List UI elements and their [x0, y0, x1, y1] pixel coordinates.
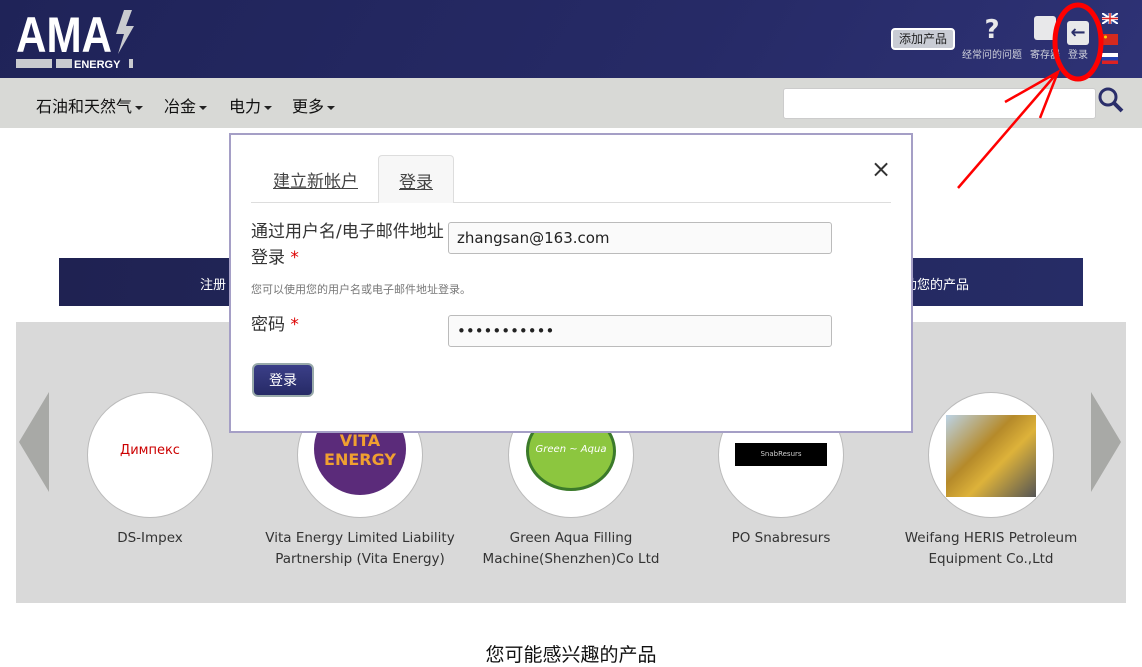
company-name[interactable]: Weifang HERIS Petroleum Equipment Co.,Lt…: [886, 528, 1096, 570]
register-link[interactable]: 寄存器: [1028, 16, 1062, 61]
register-icon: [1028, 16, 1062, 44]
faq-link[interactable]: ? 经常问的问题: [960, 16, 1024, 61]
username-hint: 您可以使用您的用户名或电子邮件地址登录。: [251, 283, 471, 296]
login-submit-button[interactable]: 登录: [252, 363, 314, 397]
company-logo[interactable]: Димпекс: [87, 392, 213, 518]
flag-ru-icon[interactable]: [1102, 53, 1118, 64]
username-label: 通过用户名/电子邮件地址登录: [251, 222, 444, 268]
company-name[interactable]: Green Aqua Filling Machine(Shenzhen)Co L…: [466, 528, 676, 570]
username-input[interactable]: [448, 222, 832, 254]
search-input[interactable]: [783, 88, 1096, 119]
company-name[interactable]: DS-Impex: [45, 528, 255, 549]
company-name[interactable]: PO Snabresurs: [676, 528, 886, 549]
company-photo: [946, 415, 1036, 497]
ama-energy-logo[interactable]: AMA ENERGY: [16, 8, 136, 70]
password-input[interactable]: [448, 315, 832, 347]
section-heading: 您可能感兴趣的产品: [485, 644, 657, 666]
nav-power[interactable]: 电力: [229, 93, 272, 117]
flag-en-icon[interactable]: [1102, 13, 1118, 24]
company-name[interactable]: Vita Energy Limited Liability Partnershi…: [255, 528, 465, 570]
nav-more[interactable]: 更多: [292, 93, 335, 117]
password-label: 密码: [251, 315, 285, 335]
svg-text:ENERGY: ENERGY: [74, 59, 121, 70]
required-mark: *: [290, 248, 299, 268]
nav-metallurgy[interactable]: 冶金: [164, 93, 207, 117]
close-icon[interactable]: ×: [871, 155, 891, 183]
carousel-prev-button[interactable]: [19, 392, 49, 492]
promote-link[interactable]: 助您的产品: [904, 274, 969, 293]
login-icon: ←: [1064, 16, 1092, 45]
register-link[interactable]: 注册: [200, 274, 226, 293]
svg-text:AMA: AMA: [16, 8, 112, 63]
question-icon: ?: [984, 15, 1000, 45]
nav-oil-gas[interactable]: 石油和天然气: [36, 93, 143, 117]
flag-zh-icon[interactable]: [1102, 34, 1118, 45]
header: AMA ENERGY 添加产品 ? 经常问的问题 寄存器 ← 登录: [0, 0, 1142, 78]
tab-create-account[interactable]: 建立新帐户: [253, 155, 378, 203]
login-link[interactable]: ← 登录: [1064, 16, 1092, 61]
login-modal: 建立新帐户 登录 × 通过用户名/电子邮件地址登录 * 您可以使用您的用户名或电…: [229, 133, 913, 433]
company-logo[interactable]: [928, 392, 1054, 518]
carousel-next-button[interactable]: [1091, 392, 1121, 492]
add-product-button[interactable]: 添加产品: [891, 28, 955, 50]
required-mark: *: [290, 315, 299, 335]
search-icon[interactable]: [1097, 86, 1125, 114]
tab-login[interactable]: 登录: [378, 155, 454, 203]
